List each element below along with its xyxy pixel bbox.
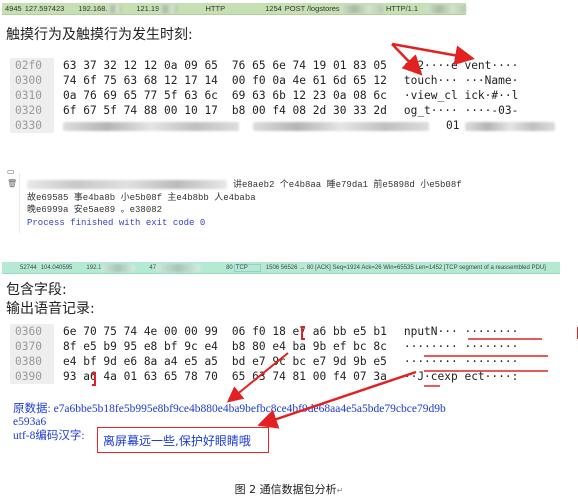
packet-dst: 47 xyxy=(149,264,157,271)
hex-offset: 0330 xyxy=(10,118,54,133)
hex-bytes: 65 63 74 81 00 f4 07 3a xyxy=(231,370,387,383)
section-touch-title: 触摸行为及触摸行为发生时刻: xyxy=(6,27,193,43)
hex-offset: 0390 xyxy=(10,369,54,384)
hex-bytes: 8f e5 b9 95 e8 bf 9c e4 xyxy=(63,340,218,353)
hex-row: 0390 93 a6 4a 01 63 65 78 70 65 63 74 81… xyxy=(10,369,518,384)
hex-ascii: ········ ········ xyxy=(403,355,519,368)
trash-icon[interactable]: 🗑 xyxy=(7,179,17,188)
hex-bytes: b8 00 f4 08 2d 30 33 2d xyxy=(231,104,387,117)
hex-bytes: 6f 67 5f 74 88 00 10 17 xyxy=(63,104,218,117)
caption-text: 图 2 通信数据包分析 xyxy=(234,483,337,496)
packet-time: 127.597423 xyxy=(24,4,65,13)
console-line: 讲e8aeb2 个e4b8aa 睡e79da1 前e5898d 小e5b08f xyxy=(27,179,462,192)
hex-row: 0320 6f 67 5f 74 88 00 10 17 b8 00 f4 08… xyxy=(10,103,555,118)
redacted-bytes xyxy=(63,121,239,131)
packet-info: 1506 56526 → 80 [ACK] Seq=1924 Ack=26 Wi… xyxy=(265,264,546,271)
utf8-decoded-text: 离屏幕远一些,保护好眼睛哦 xyxy=(103,434,251,448)
figure-caption: 图 2 通信数据包分析↵ xyxy=(0,481,578,497)
console-line: 故e69585 事e4ba8b 小e5b08f 主e4b8bb 人e4baba xyxy=(27,192,256,203)
packet-info: POST /logstores xyxy=(284,4,340,13)
hex-ascii: og_t···· ····-03- xyxy=(403,104,519,117)
raw-data-value: e7a6bbe5b18fe5b995e8bf9ce4b880e4ba9befbc… xyxy=(53,403,446,415)
hex-bytes: 69 63 6b 12 23 0a 08 6c xyxy=(231,89,387,102)
hex-bytes: 6e 70 75 74 4e 00 00 99 xyxy=(63,325,218,338)
packet-row-http[interactable]: 4945 127.597423 192.168. 121.19 HTTP 125… xyxy=(2,3,466,15)
hex-offset: 0370 xyxy=(10,339,54,354)
hex-bytes: 74 6f 75 63 68 12 17 14 xyxy=(63,74,218,87)
redacted-ua xyxy=(426,4,466,13)
hex-offset: 0310 xyxy=(10,88,54,103)
redacted-ascii xyxy=(465,121,556,131)
section-voice-title: 输出语音记录: xyxy=(6,301,95,317)
hex-row-redacted: 0330 01 xyxy=(10,118,556,133)
hex-ascii: ··J·cexp ect····: xyxy=(403,370,519,383)
hex-ascii: ········ ········ xyxy=(403,340,519,353)
packet-length: 1254 xyxy=(265,4,282,13)
arrow-to-event xyxy=(391,42,475,66)
packet-version: HTTP/1.1 xyxy=(386,4,419,13)
packet-src: 192.168. xyxy=(78,4,108,13)
packet-src: 192.1 xyxy=(86,264,102,271)
hex-row: 0360 6e 70 75 74 4e 00 00 99 06 f0 18 e7… xyxy=(10,324,518,339)
packet-protocol: TCP xyxy=(233,263,261,272)
scroll-icon[interactable]: ▭ xyxy=(7,167,15,176)
hex-bytes: 63 37 32 12 12 0a 09 65 xyxy=(63,59,218,72)
hex-offset: 0300 xyxy=(10,73,54,88)
hex-bytes: bd e7 9c bc e7 9d 9b e5 xyxy=(231,355,387,368)
section-fields-title: 包含字段: xyxy=(6,282,67,298)
console-line: 晚e6999a 安e5ae89 。e38082 xyxy=(27,205,163,215)
hex-ascii: ·view_cl ick·#··l xyxy=(403,89,519,102)
hex-bytes: 93 a6 4a 01 63 65 78 70 xyxy=(63,370,218,383)
packet-protocol: HTTP xyxy=(205,4,226,13)
hex-ascii: 01 xyxy=(446,119,460,132)
packet-row-tcp[interactable]: 52744 104.040595 192.1 47 80 TCP 1506 56… xyxy=(2,262,560,274)
hex-bytes: 76 65 6e 74 19 01 83 05 xyxy=(231,59,387,72)
hex-row: 0380 e4 bf 9d e6 8a a4 e5 a5 bd e7 9c bc… xyxy=(10,354,518,369)
console-output: ▭ 🗑 讲e8aeb2 个e4b8aa 睡e79da1 前e5898d 小e5b… xyxy=(0,167,578,233)
packet-no: 52744 xyxy=(20,264,37,271)
hex-dump-touch: 02f0 63 37 32 12 12 0a 09 65 76 65 6e 74… xyxy=(10,58,556,133)
hex-ascii: touch··· ···Name· xyxy=(403,74,519,87)
console-gutter: ▭ 🗑 xyxy=(0,167,20,233)
raw-data-label: 原数据: xyxy=(13,403,51,415)
hex-row: 0310 0a 76 69 65 77 5f 63 6c 69 63 6b 12… xyxy=(10,88,555,103)
hex-offset: 0380 xyxy=(10,354,54,369)
hex-row: 0300 74 6f 75 63 68 12 17 14 00 f0 0a 4e… xyxy=(10,73,555,88)
paragraph-mark-icon: ↵ xyxy=(336,486,344,495)
hex-bytes: 00 f0 0a 4e 61 6d 65 12 xyxy=(231,74,387,87)
hex-dump-voice: 0360 6e 70 75 74 4e 00 00 99 06 f0 18 e7… xyxy=(10,324,518,384)
packet-dst: 121.19 xyxy=(136,4,160,13)
hex-ascii: nputN··· ········ xyxy=(403,325,519,338)
hex-offset: 02f0 xyxy=(10,58,54,73)
packet-port: 80 xyxy=(226,264,233,271)
hex-bytes: 06 f0 18 e7 a6 bb e5 b1 xyxy=(231,325,387,338)
hex-offset: 0320 xyxy=(10,103,54,118)
hex-ascii: c72····e vent···· xyxy=(403,59,519,72)
redacted-src xyxy=(107,4,123,13)
redacted-console xyxy=(27,180,227,190)
packet-time: 104.040595 xyxy=(40,264,73,271)
hex-row: 0370 8f e5 b9 95 e8 bf 9c e4 b8 80 e4 ba… xyxy=(10,339,518,354)
hex-bytes: e4 bf 9d e6 8a a4 e5 a5 xyxy=(63,355,218,368)
redacted-src xyxy=(101,263,136,272)
hex-row: 02f0 63 37 32 12 12 0a 09 65 76 65 6e 74… xyxy=(10,58,555,73)
hex-bytes: b8 80 e4 ba 9b ef bc 8c xyxy=(231,340,387,353)
packet-no: 4945 xyxy=(5,4,22,13)
redacted-dst xyxy=(156,263,201,272)
hex-offset: 0360 xyxy=(10,324,54,339)
redacted-dst xyxy=(159,4,178,13)
redacted-bytes xyxy=(253,121,429,131)
raw-data-line: 原数据: e7a6bbe5b18fe5b995e8bf9ce4b880e4ba9… xyxy=(13,403,573,416)
redacted-url xyxy=(339,4,383,13)
hex-bytes: 0a 76 69 65 77 5f 63 6c xyxy=(63,89,218,102)
process-finished-line: Process finished with exit code 0 xyxy=(27,217,206,228)
